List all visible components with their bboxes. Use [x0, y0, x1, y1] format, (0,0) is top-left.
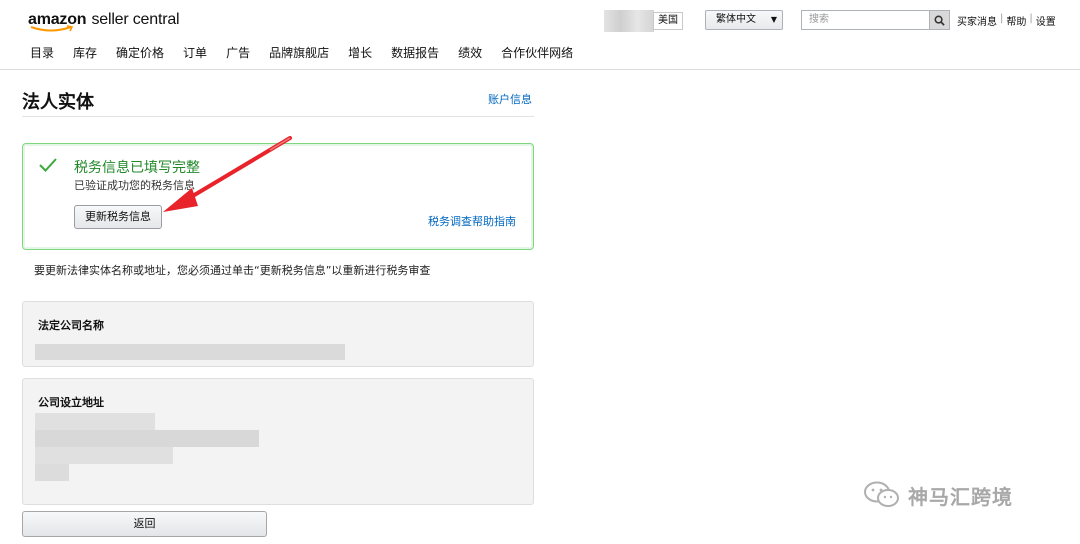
nav-pricing[interactable]: 确定价格: [116, 44, 164, 61]
caret-down-icon: ▼: [770, 15, 777, 24]
page-title: 法人实体: [22, 92, 94, 113]
link-separator: |: [1000, 13, 1004, 24]
legal-name-panel: 法定公司名称: [22, 301, 534, 367]
nav-advertising[interactable]: 广告: [226, 44, 250, 61]
legal-name-label: 法定公司名称: [38, 319, 104, 332]
nav-partner-network[interactable]: 合作伙伴网络: [501, 44, 573, 61]
search-placeholder: 搜索: [809, 14, 829, 25]
search-icon: [934, 15, 945, 26]
watermark: 神马汇跨境: [862, 480, 1013, 510]
redacted-address-line: [35, 430, 259, 447]
settings-link[interactable]: 设置: [1036, 13, 1056, 28]
header-links: 买家消息 | 帮助 | 设置: [957, 13, 1056, 28]
account-info-link[interactable]: 账户信息: [488, 91, 532, 107]
check-icon: [39, 158, 57, 172]
search-button[interactable]: [929, 10, 950, 30]
redacted-address-line: [35, 413, 155, 431]
redacted-legal-name: [35, 344, 345, 360]
redacted-address-line: [35, 447, 173, 464]
main-nav: 目录 库存 确定价格 订单 广告 品牌旗舰店 增长 数据报告 绩效 合作伙伴网络: [30, 44, 592, 61]
back-button[interactable]: 返回: [22, 511, 267, 537]
nav-orders[interactable]: 订单: [183, 44, 207, 61]
amazon-smile-icon: [30, 25, 74, 32]
watermark-text: 神马汇跨境: [908, 484, 1013, 509]
redacted-address-line: [35, 464, 69, 481]
nav-reports[interactable]: 数据报告: [391, 44, 439, 61]
tax-info-success-alert: 税务信息已填写完整 已验证成功您的税务信息 更新税务信息 税务调查帮助指南: [22, 143, 534, 250]
success-title: 税务信息已填写完整: [74, 160, 200, 176]
language-select[interactable]: 繁体中文 ▼: [705, 10, 783, 30]
title-divider: [22, 116, 534, 117]
tax-interview-help-link[interactable]: 税务调查帮助指南: [428, 213, 516, 229]
help-link[interactable]: 帮助: [1006, 13, 1026, 28]
link-separator: |: [1029, 13, 1033, 24]
language-value: 繁体中文: [716, 14, 756, 25]
buyer-messages-link[interactable]: 买家消息: [957, 13, 997, 28]
marketplace-switcher[interactable]: 美国: [604, 10, 683, 32]
update-notice-text: 要更新法律实体名称或地址，您必须通过单击“更新税务信息”以重新进行税务审查: [34, 264, 431, 277]
logo-product: seller central: [91, 11, 180, 28]
address-label: 公司设立地址: [38, 396, 104, 409]
nav-growth[interactable]: 增长: [348, 44, 372, 61]
search-input[interactable]: 搜索: [801, 10, 929, 30]
top-header: amazon seller central 美国 繁体中文 ▼ 搜索 买家消息 …: [0, 0, 1080, 70]
amazon-seller-central-logo[interactable]: amazon seller central: [28, 9, 180, 35]
address-panel: 公司设立地址: [22, 378, 534, 505]
marketplace-label: 美国: [653, 12, 683, 30]
wechat-icon: [864, 481, 899, 507]
nav-performance[interactable]: 绩效: [458, 44, 482, 61]
nav-stores[interactable]: 品牌旗舰店: [269, 44, 329, 61]
update-tax-info-button[interactable]: 更新税务信息: [74, 205, 162, 229]
redacted-store-name: [604, 10, 654, 32]
nav-inventory[interactable]: 库存: [73, 44, 97, 61]
success-subtitle: 已验证成功您的税务信息: [74, 179, 195, 192]
nav-catalog[interactable]: 目录: [30, 44, 54, 61]
